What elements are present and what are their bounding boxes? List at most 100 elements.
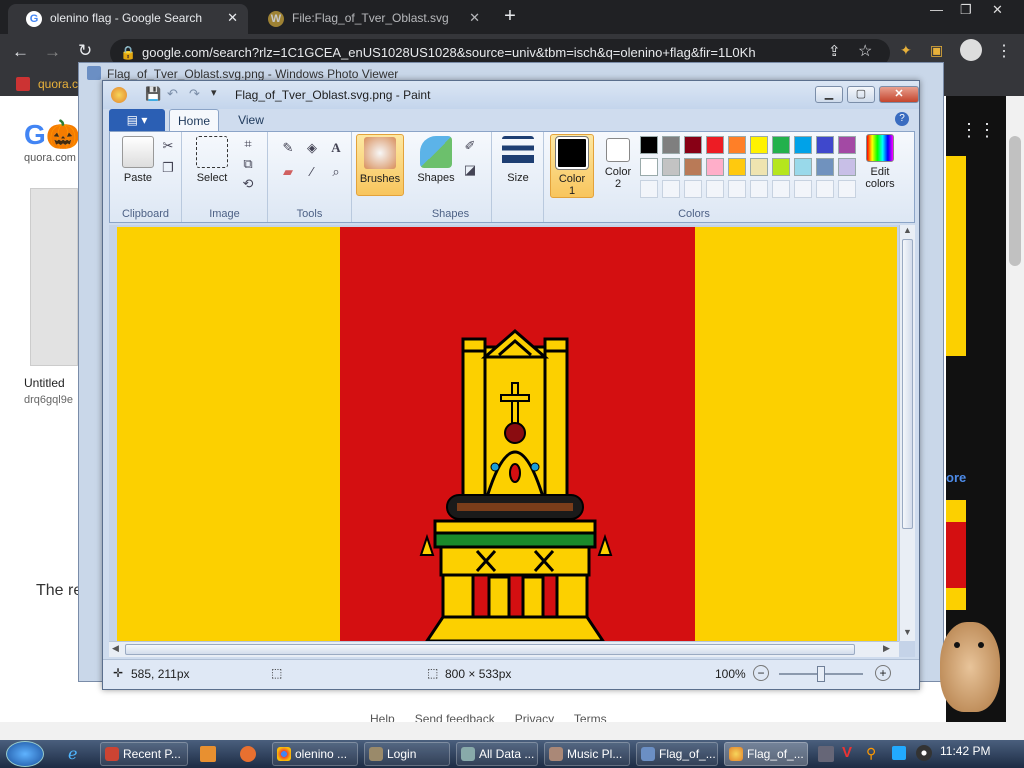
palette-swatch[interactable] [706, 158, 724, 176]
color-picker-icon[interactable]: ⁄ [302, 162, 322, 182]
canvas-horizontal-scrollbar[interactable]: ◀ ▶ [109, 641, 899, 657]
palette-swatch[interactable] [728, 158, 746, 176]
text-icon[interactable]: A [326, 138, 346, 158]
zoom-out-button[interactable]: − [753, 665, 769, 681]
quick-access-dropdown-icon[interactable]: ▾ [211, 86, 217, 99]
palette-swatch[interactable] [640, 158, 658, 176]
canvas-vertical-scrollbar[interactable]: ▲ ▼ [899, 225, 915, 641]
palette-swatch[interactable] [794, 180, 812, 198]
taskbar-item-paint[interactable]: Flag_of_... [724, 742, 808, 766]
palette-swatch[interactable] [640, 136, 658, 154]
scroll-right-icon[interactable]: ▶ [883, 643, 890, 654]
palette-swatch[interactable] [794, 158, 812, 176]
magnifier-icon[interactable]: ⌕ [326, 162, 346, 182]
more-link[interactable]: ore [946, 470, 966, 485]
scroll-down-icon[interactable]: ▼ [903, 627, 912, 637]
taskbar-clock[interactable]: 11:42 PM [940, 744, 990, 758]
taskbar-item-chrome[interactable]: olenino ... [272, 742, 358, 766]
redo-icon[interactable]: ↷ [189, 86, 200, 102]
size-button[interactable]: Size [496, 136, 540, 200]
palette-swatch[interactable] [750, 158, 768, 176]
result-thumbnail[interactable] [30, 188, 78, 366]
tab-view[interactable]: View [229, 109, 273, 131]
palette-swatch[interactable] [640, 180, 658, 198]
minimize-icon[interactable]: — [930, 2, 943, 17]
media-player-icon[interactable] [200, 746, 216, 762]
extension2-icon[interactable]: ▣ [930, 42, 943, 59]
palette-swatch[interactable] [794, 136, 812, 154]
taskbar-item-photoviewer[interactable]: Flag_of_... [636, 742, 718, 766]
taskbar-item-recent[interactable]: Recent P... [100, 742, 188, 766]
tray-icon-v[interactable]: V [842, 744, 852, 761]
paint-menu-button[interactable]: ▤ ▾ [109, 109, 165, 131]
shapes-button[interactable]: Shapes [414, 136, 458, 200]
apps-grid-icon[interactable]: ⋮⋮ [960, 120, 996, 141]
paste-button[interactable]: Paste [116, 136, 160, 200]
result-title[interactable]: Untitled [24, 376, 65, 390]
reload-icon[interactable]: ↻ [78, 41, 92, 61]
close-icon[interactable]: ✕ [992, 2, 1003, 18]
help-icon[interactable]: ? [895, 112, 909, 126]
save-icon[interactable]: 💾 [145, 86, 161, 102]
forward-icon[interactable]: → [44, 42, 61, 62]
palette-swatch[interactable] [662, 180, 680, 198]
paint-titlebar[interactable]: 💾 ↶ ↷ ▾ Flag_of_Tver_Oblast.svg.png - Pa… [103, 81, 919, 109]
edit-colors-button[interactable]: Edit colors [858, 134, 902, 198]
palette-swatch[interactable] [706, 136, 724, 154]
undo-icon[interactable]: ↶ [167, 86, 178, 102]
new-tab-button[interactable]: + [498, 4, 522, 30]
palette-swatch[interactable] [838, 158, 856, 176]
menu-icon[interactable]: ⋮ [996, 41, 1012, 61]
hamster-desktop-pet[interactable] [930, 612, 1010, 722]
start-button[interactable] [6, 741, 44, 767]
palette-swatch[interactable] [684, 180, 702, 198]
google-logo[interactable]: G🎃 [24, 118, 81, 151]
horizontal-scroll-thumb[interactable] [125, 644, 855, 655]
scroll-thumb[interactable] [1009, 136, 1021, 266]
zoom-slider-thumb[interactable] [817, 666, 825, 682]
tray-icon-disc[interactable] [916, 745, 932, 761]
copy-icon[interactable]: ❐ [158, 158, 178, 178]
palette-swatch[interactable] [662, 136, 680, 154]
brushes-button[interactable]: Brushes [356, 134, 404, 196]
palette-swatch[interactable] [684, 136, 702, 154]
share-icon[interactable]: ⇪ [828, 42, 841, 60]
crop-icon[interactable]: ⌗ [238, 134, 258, 154]
paint-app-icon[interactable] [111, 87, 127, 103]
taskbar-item-music[interactable]: Music Pl... [544, 742, 630, 766]
taskbar-item-login[interactable]: Login [364, 742, 450, 766]
outline-icon[interactable]: ✐ [460, 136, 480, 156]
palette-swatch[interactable] [838, 136, 856, 154]
tab-home[interactable]: Home [169, 109, 219, 131]
palette-swatch[interactable] [728, 136, 746, 154]
pencil-icon[interactable]: ✎ [278, 138, 298, 158]
palette-swatch[interactable] [706, 180, 724, 198]
ie-icon[interactable]: ℯ [68, 744, 77, 764]
tray-icon-display[interactable] [892, 746, 906, 760]
flag-image[interactable] [117, 227, 897, 641]
palette-swatch[interactable] [750, 180, 768, 198]
scroll-up-icon[interactable]: ▲ [903, 225, 912, 235]
vertical-scroll-thumb[interactable] [902, 239, 913, 529]
eraser-icon[interactable]: ▰ [278, 162, 298, 182]
palette-swatch[interactable] [816, 180, 834, 198]
palette-swatch[interactable] [750, 136, 768, 154]
tray-icon-1[interactable] [818, 746, 834, 762]
preview-flag-thumb[interactable] [946, 500, 966, 610]
palette-swatch[interactable] [838, 180, 856, 198]
palette-swatch[interactable] [816, 136, 834, 154]
palette-swatch[interactable] [662, 158, 680, 176]
tray-icon-search[interactable]: ⚲ [866, 745, 876, 762]
zoom-in-button[interactable]: + [875, 665, 891, 681]
palette-swatch[interactable] [772, 136, 790, 154]
cut-icon[interactable]: ✂ [158, 136, 178, 156]
palette-swatch[interactable] [684, 158, 702, 176]
palette-swatch[interactable] [816, 158, 834, 176]
palette-swatch[interactable] [772, 158, 790, 176]
maximize-button[interactable]: ▢ [847, 86, 875, 103]
color1-button[interactable]: Color 1 [550, 134, 594, 198]
back-icon[interactable]: ← [12, 42, 29, 62]
horizontal-scrollbar[interactable] [0, 722, 1006, 740]
taskbar-item-alldata[interactable]: All Data ... [456, 742, 538, 766]
palette-swatch[interactable] [728, 180, 746, 198]
